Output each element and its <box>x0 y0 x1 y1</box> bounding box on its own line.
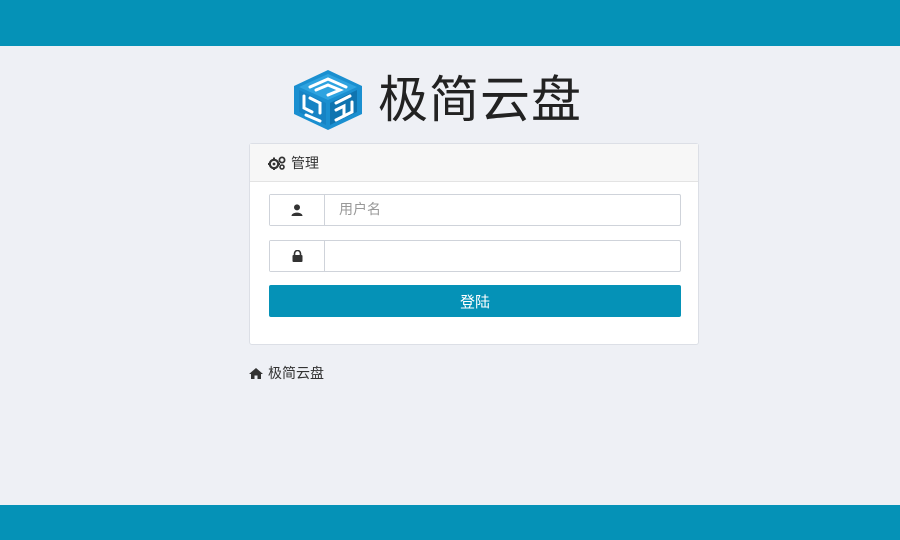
top-bar <box>0 0 900 46</box>
home-icon <box>249 367 263 379</box>
username-input[interactable] <box>325 195 680 225</box>
home-link-label: 极简云盘 <box>268 366 324 382</box>
password-addon <box>270 241 325 271</box>
brand-header: 极简云盘 <box>290 68 582 132</box>
login-panel: 管理 登陆 <box>249 143 699 345</box>
password-group <box>269 240 681 272</box>
login-button[interactable]: 登陆 <box>269 285 681 317</box>
panel-title: 管理 <box>291 155 319 172</box>
password-input[interactable] <box>325 241 680 271</box>
username-addon <box>270 195 325 225</box>
home-link[interactable]: 极简云盘 <box>249 363 324 383</box>
cube-logo-icon <box>294 70 362 130</box>
panel-header: 管理 <box>250 144 698 182</box>
bottom-bar <box>0 505 900 540</box>
gears-icon <box>268 156 286 170</box>
username-group <box>269 194 681 226</box>
brand-name: 极简云盘 <box>378 71 582 129</box>
user-icon <box>291 204 303 216</box>
lock-icon <box>292 250 302 262</box>
